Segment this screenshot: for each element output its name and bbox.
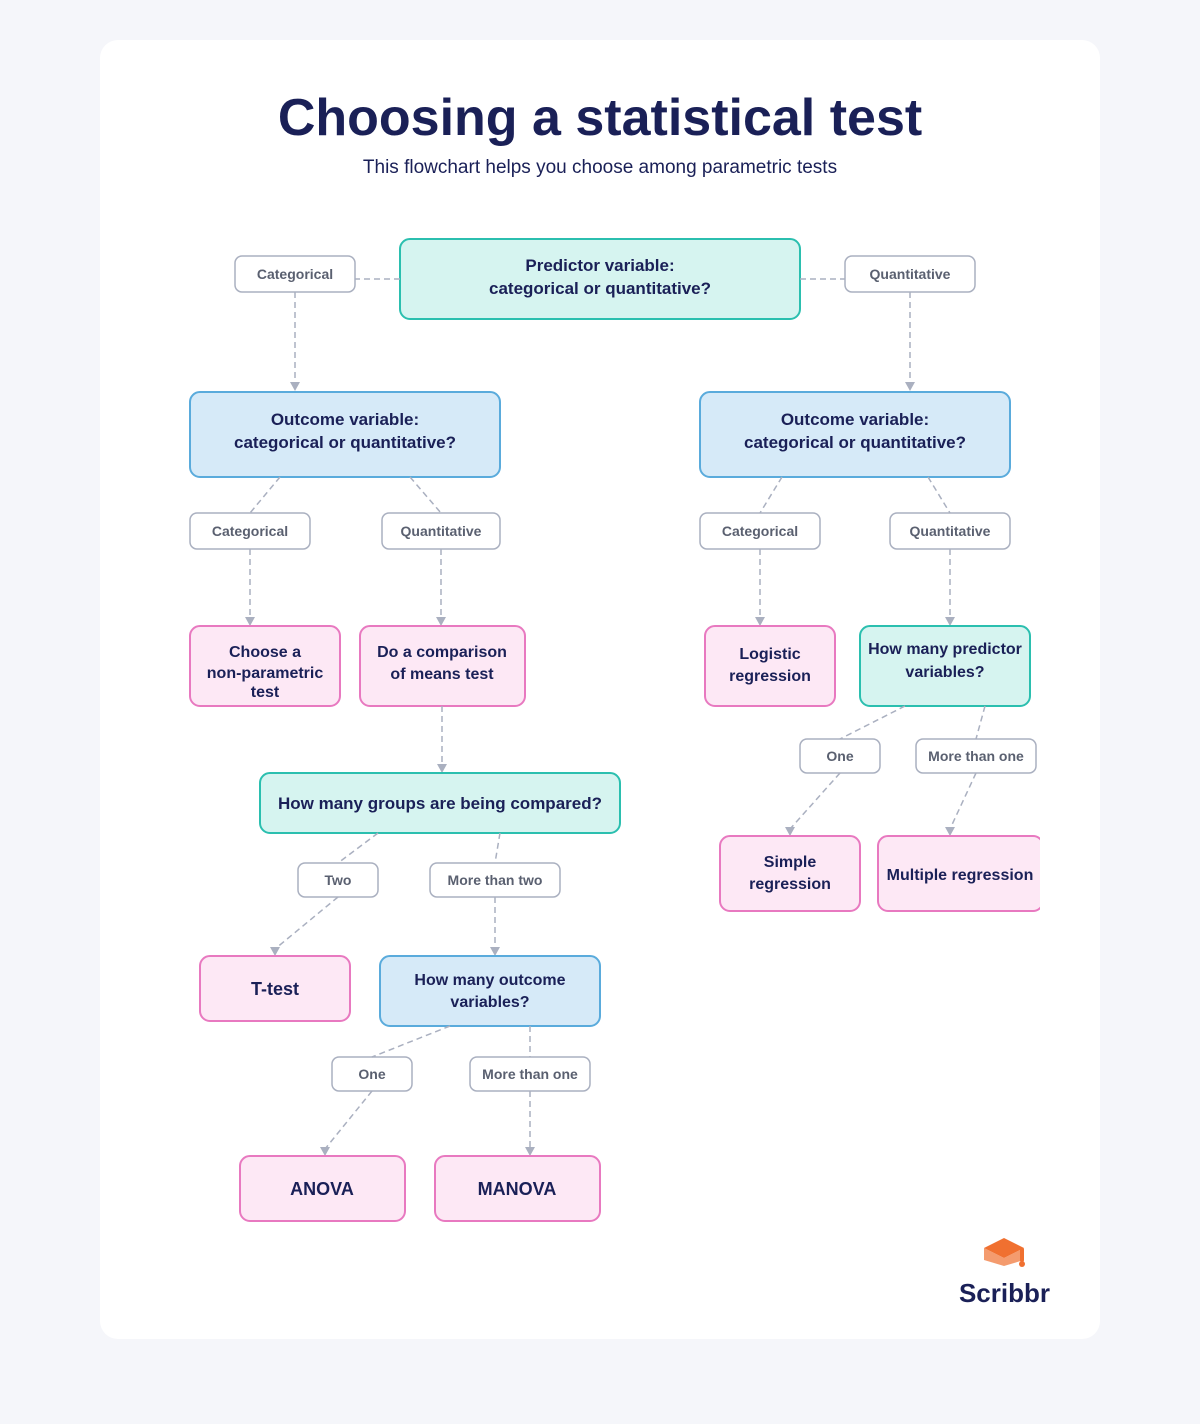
- page-container: Choosing a statistical test This flowcha…: [100, 40, 1100, 1339]
- svg-text:One: One: [358, 1066, 385, 1082]
- scribbr-logo: Scribbr: [959, 1230, 1050, 1309]
- svg-text:Quantitative: Quantitative: [870, 266, 951, 282]
- svg-text:categorical or quantitative?: categorical or quantitative?: [489, 279, 711, 298]
- svg-text:Categorical: Categorical: [722, 523, 798, 539]
- svg-text:of means test: of means test: [390, 666, 494, 683]
- svg-text:variables?: variables?: [450, 994, 529, 1011]
- svg-text:Two: Two: [325, 872, 352, 888]
- svg-text:Choose a: Choose a: [229, 644, 301, 661]
- svg-text:More than one: More than one: [482, 1066, 578, 1082]
- svg-text:non-parametric: non-parametric: [207, 665, 324, 682]
- svg-text:One: One: [826, 748, 853, 764]
- svg-text:ANOVA: ANOVA: [290, 1179, 354, 1199]
- svg-text:categorical or quantitative?: categorical or quantitative?: [744, 433, 966, 452]
- svg-text:MANOVA: MANOVA: [478, 1179, 557, 1199]
- svg-text:test: test: [251, 684, 280, 701]
- flowchart: Predictor variable: categorical or quant…: [160, 229, 1040, 1279]
- scribbr-brand-name: Scribbr: [959, 1278, 1050, 1309]
- svg-text:How many groups are being comp: How many groups are being compared?: [278, 794, 602, 813]
- svg-text:Logistic: Logistic: [739, 646, 800, 663]
- svg-text:More than one: More than one: [928, 748, 1024, 764]
- scribbr-icon: [982, 1230, 1026, 1274]
- flowchart-svg: Predictor variable: categorical or quant…: [160, 229, 1040, 1279]
- svg-text:Quantitative: Quantitative: [910, 523, 991, 539]
- page-title: Choosing a statistical test: [160, 90, 1040, 147]
- svg-text:Do a comparison: Do a comparison: [377, 644, 507, 661]
- svg-text:Quantitative: Quantitative: [401, 523, 482, 539]
- page-subtitle: This flowchart helps you choose among pa…: [160, 157, 1040, 179]
- svg-text:More than two: More than two: [448, 872, 543, 888]
- svg-text:variables?: variables?: [905, 664, 984, 681]
- svg-text:Categorical: Categorical: [212, 523, 288, 539]
- svg-text:Predictor variable:: Predictor variable:: [525, 256, 674, 275]
- svg-text:Simple: Simple: [764, 854, 817, 871]
- svg-text:Categorical: Categorical: [257, 266, 333, 282]
- svg-text:regression: regression: [749, 876, 831, 893]
- svg-text:T-test: T-test: [251, 979, 299, 999]
- svg-text:Multiple regression: Multiple regression: [887, 867, 1034, 884]
- svg-text:Outcome variable:: Outcome variable:: [271, 410, 419, 429]
- svg-text:How many outcome: How many outcome: [414, 972, 565, 989]
- svg-text:How many predictor: How many predictor: [868, 641, 1022, 658]
- svg-text:categorical or quantitative?: categorical or quantitative?: [234, 433, 456, 452]
- svg-text:regression: regression: [729, 668, 811, 685]
- svg-text:Outcome variable:: Outcome variable:: [781, 410, 929, 429]
